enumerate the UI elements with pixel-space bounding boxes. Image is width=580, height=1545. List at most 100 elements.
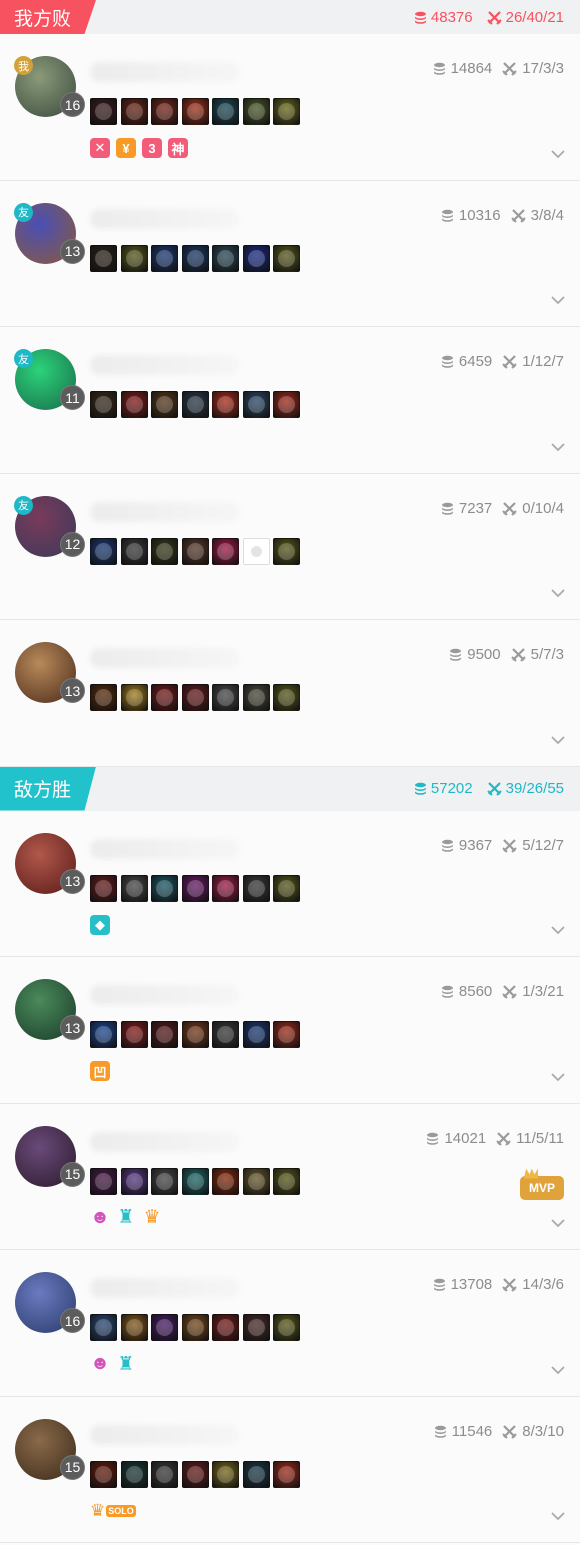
item-icon[interactable] — [120, 1314, 148, 1341]
chevron-down-icon[interactable] — [550, 439, 566, 451]
item-icon[interactable] — [212, 391, 239, 418]
item-icon[interactable] — [181, 874, 209, 902]
item-icon[interactable] — [273, 391, 300, 418]
player-row[interactable]: 13 8560 1/3/21 凹 — [0, 957, 580, 1104]
item-icon[interactable] — [120, 1167, 148, 1195]
item-icon[interactable] — [181, 391, 209, 418]
chevron-down-icon[interactable] — [550, 732, 566, 744]
item-icon[interactable] — [151, 391, 178, 418]
item-icon[interactable] — [90, 244, 117, 272]
item-icon[interactable] — [273, 1460, 300, 1488]
item-icon[interactable] — [181, 684, 209, 711]
item-icon[interactable] — [212, 874, 239, 902]
chevron-down-icon[interactable] — [550, 922, 566, 935]
item-icon[interactable] — [120, 1021, 148, 1048]
item-icon[interactable] — [181, 1021, 209, 1048]
player-row[interactable]: 13 9367 5/12/7 ◆ — [0, 810, 580, 957]
item-icon[interactable] — [273, 1021, 300, 1048]
gold-icon — [414, 11, 427, 24]
chevron-down-icon[interactable] — [550, 1215, 566, 1228]
item-icon[interactable] — [90, 537, 117, 565]
player-row[interactable]: 13 友 10316 3/8/4 — [0, 180, 580, 327]
player-row[interactable]: 16 13708 14/3/6 ☻ ♜ — [0, 1250, 580, 1397]
item-icon[interactable] — [90, 684, 117, 711]
player-row[interactable]: 12 友 7237 0/10/4 — [0, 473, 580, 620]
player-name-redacted — [90, 208, 240, 229]
chevron-down-icon[interactable] — [550, 146, 566, 158]
item-icon[interactable] — [273, 1167, 300, 1195]
chevron-down-icon[interactable] — [550, 1069, 566, 1081]
item-icon[interactable] — [242, 244, 270, 272]
item-icon[interactable] — [120, 98, 148, 125]
item-icon[interactable] — [242, 1314, 270, 1341]
item-icon[interactable] — [212, 684, 239, 711]
player-kda: 5/12/7 — [522, 836, 564, 854]
item-icon[interactable] — [90, 1460, 117, 1488]
item-icon[interactable] — [181, 537, 209, 565]
item-icon[interactable] — [151, 244, 178, 272]
item-icon[interactable] — [120, 537, 148, 565]
item-icon[interactable] — [120, 391, 148, 418]
item-icon[interactable] — [242, 1167, 270, 1195]
item-icon[interactable] — [242, 1021, 270, 1048]
item-icon[interactable] — [181, 98, 209, 125]
item-icon[interactable] — [242, 1460, 270, 1488]
item-icon[interactable] — [120, 1460, 148, 1488]
item-icon[interactable] — [212, 1167, 239, 1195]
player-row[interactable]: 13 9500 5/7/3 — [0, 620, 580, 767]
item-icon[interactable] — [242, 874, 270, 902]
item-icon[interactable] — [120, 684, 148, 711]
relation-badge: 友 — [14, 349, 33, 368]
chevron-down-icon[interactable] — [550, 1362, 566, 1374]
item-icon[interactable] — [242, 98, 270, 125]
item-icon[interactable] — [212, 1314, 239, 1341]
item-icon[interactable] — [151, 1167, 178, 1195]
player-row[interactable]: 11 友 6459 1/12/7 — [0, 327, 580, 474]
player-row[interactable]: 15 11546 8/3/10 ♛ SOLO — [0, 1396, 580, 1543]
player-row[interactable]: 16 我 14864 17/3/3 ✕ ¥3 神 — [0, 34, 580, 181]
item-icon[interactable] — [181, 1460, 209, 1488]
item-icon[interactable] — [90, 1314, 117, 1341]
chevron-down-icon[interactable] — [550, 292, 566, 305]
item-icon[interactable] — [212, 98, 239, 125]
item-icon[interactable] — [181, 244, 209, 272]
item-icon[interactable] — [90, 1021, 117, 1048]
item-slot-empty[interactable] — [242, 537, 270, 565]
item-icon[interactable] — [181, 1314, 209, 1341]
item-icon[interactable] — [120, 874, 148, 902]
item-icon[interactable] — [212, 537, 239, 565]
item-icon[interactable] — [212, 244, 239, 272]
item-icon[interactable] — [90, 1167, 117, 1195]
item-icon[interactable] — [90, 98, 117, 125]
player-row[interactable]: 15 14021 11/5/11 ☻ ♜ ♛ MVP — [0, 1103, 580, 1250]
item-icon[interactable] — [273, 1314, 300, 1341]
item-icon[interactable] — [181, 1167, 209, 1195]
item-icon[interactable] — [242, 684, 270, 711]
item-icon[interactable] — [151, 874, 178, 902]
player-stats: 7237 0/10/4 — [441, 500, 564, 517]
item-icon[interactable] — [212, 1460, 239, 1488]
item-icon[interactable] — [120, 244, 148, 272]
item-icon[interactable] — [273, 98, 300, 125]
player-name-redacted — [90, 1424, 240, 1445]
item-icon[interactable] — [90, 874, 117, 902]
item-icon[interactable] — [151, 1021, 178, 1048]
item-icon[interactable] — [151, 537, 178, 565]
gold-icon — [441, 355, 454, 368]
champion-level: 16 — [60, 92, 85, 117]
item-icon[interactable] — [212, 1021, 239, 1048]
item-icon[interactable] — [273, 684, 300, 711]
item-icon[interactable] — [151, 1460, 178, 1488]
item-icon[interactable] — [151, 684, 178, 711]
chevron-down-icon[interactable] — [550, 585, 566, 598]
item-icon[interactable] — [90, 391, 117, 418]
item-icon[interactable] — [151, 1314, 178, 1341]
item-icon[interactable] — [273, 874, 300, 902]
item-icon[interactable] — [273, 537, 300, 565]
item-icon[interactable] — [273, 244, 300, 272]
team-win-label: 敌方胜 — [0, 766, 96, 811]
chevron-down-icon[interactable] — [550, 1508, 566, 1521]
crossed-swords-icon — [502, 984, 517, 999]
item-icon[interactable] — [151, 98, 178, 125]
item-icon[interactable] — [242, 391, 270, 418]
